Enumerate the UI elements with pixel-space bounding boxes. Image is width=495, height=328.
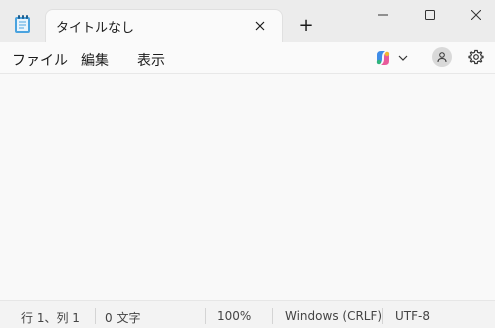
account-button[interactable]: [432, 47, 452, 67]
status-divider: [382, 308, 383, 324]
copilot-icon: [376, 51, 390, 65]
minimize-icon: [378, 14, 388, 16]
menu-edit[interactable]: 編集: [81, 50, 109, 70]
minimize-button[interactable]: [368, 4, 398, 26]
notepad-icon: [14, 14, 32, 34]
text-editor[interactable]: [0, 74, 495, 300]
title-bar: タイトルなし +: [0, 0, 495, 42]
status-bar: 行 1、列 1 0 文字 100% Windows (CRLF) UTF-8: [0, 300, 495, 328]
cursor-position[interactable]: 行 1、列 1: [21, 309, 80, 326]
character-count: 0 文字: [105, 311, 141, 325]
line-ending[interactable]: Windows (CRLF): [285, 309, 382, 323]
tab-untitled[interactable]: タイトルなし: [46, 10, 282, 42]
menu-view[interactable]: 表示: [137, 50, 165, 70]
maximize-icon: [425, 10, 435, 20]
close-tab-icon[interactable]: [250, 16, 270, 36]
new-tab-button[interactable]: +: [296, 16, 316, 36]
chevron-down-icon: [398, 55, 408, 61]
close-icon: [471, 10, 481, 20]
zoom-level[interactable]: 100%: [217, 309, 251, 323]
status-divider: [205, 308, 206, 324]
menu-bar: ファイル 編集 表示: [0, 42, 495, 74]
close-window-button[interactable]: [461, 4, 491, 26]
copilot-button[interactable]: [374, 48, 414, 68]
status-divider: [95, 308, 96, 324]
menu-file[interactable]: ファイル: [12, 50, 68, 70]
status-divider: [272, 308, 273, 324]
tab-title: タイトルなし: [56, 21, 135, 36]
plus-icon: +: [298, 15, 314, 36]
maximize-button[interactable]: [415, 4, 445, 26]
encoding[interactable]: UTF-8: [395, 309, 430, 323]
gear-icon: [468, 49, 484, 65]
settings-button[interactable]: [466, 47, 486, 67]
account-icon: [437, 52, 447, 63]
